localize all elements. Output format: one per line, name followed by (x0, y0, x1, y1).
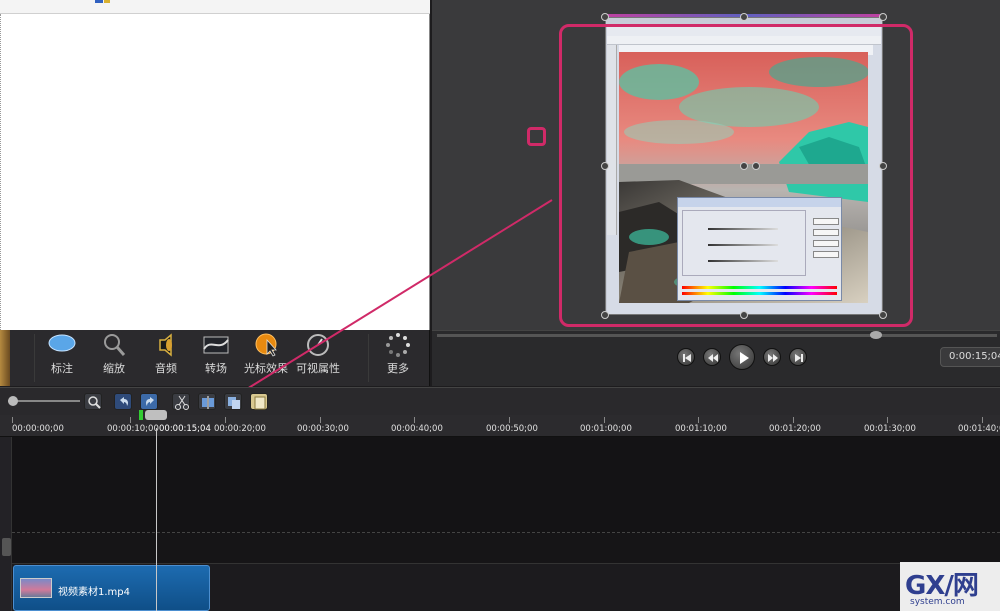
go-to-start-button[interactable] (677, 348, 695, 366)
ruler-label: 00:00:30;00 (297, 424, 349, 434)
skip-start-icon (683, 354, 691, 362)
ruler-label: 00:00:40;00 (391, 424, 443, 434)
camtasia-editor: 标注 缩放 音频 转场 光标效果 可视属性 更多 0:00:15;04 00:0… (0, 0, 1000, 611)
undo-button[interactable] (114, 393, 132, 410)
ruler-label: 00:00:00;00 (12, 424, 64, 434)
clip-bin-header (0, 0, 430, 14)
copy-button[interactable] (224, 393, 242, 410)
ruler-label: 00:00:10;00 (107, 424, 159, 434)
tab-audio-label: 音频 (155, 362, 177, 375)
bin-edge (0, 14, 4, 330)
cut-button[interactable] (172, 393, 190, 410)
resize-handle-tl[interactable] (601, 13, 609, 21)
paste-icon (254, 396, 266, 410)
ruler-current-time: 00:00:15;04 (159, 424, 211, 434)
tab-audio[interactable]: 音频 (148, 330, 184, 386)
magnifier-icon (88, 396, 101, 409)
split-icon (202, 396, 214, 409)
more-dots-icon (386, 333, 410, 357)
copy-icon (228, 397, 240, 409)
ruler-label: 00:01:00;00 (580, 424, 632, 434)
watermark-domain: system.com (910, 597, 965, 607)
timeline-zoom-slider[interactable] (8, 400, 80, 402)
callout-icon (48, 334, 76, 352)
ruler-label: 00:01:40;00 (958, 424, 1000, 434)
zoom-magnifier-icon (104, 334, 126, 356)
ruler-tick (604, 417, 605, 423)
ruler-tick (130, 417, 131, 423)
ruler-tick (887, 417, 888, 423)
rewind-button[interactable] (703, 348, 721, 366)
tab-zoom-label: 缩放 (103, 362, 125, 375)
split-button[interactable] (198, 393, 216, 410)
paste-button[interactable] (250, 393, 268, 410)
ruler-tick (982, 417, 983, 423)
fast-forward-button[interactable] (763, 348, 781, 366)
track-expand-handle[interactable] (2, 538, 11, 556)
ruler-tick (698, 417, 699, 423)
skip-end-icon (795, 354, 803, 362)
clip-label: 视频素材1.mp4 (58, 587, 130, 598)
task-tabs-bar: 标注 缩放 音频 转场 光标效果 可视属性 更多 (0, 330, 430, 386)
playhead-line (156, 428, 157, 611)
partial-tool-icon (0, 330, 10, 386)
tab-cursor-effects[interactable]: 光标效果 (244, 330, 288, 386)
play-button[interactable] (729, 344, 755, 370)
tab-more[interactable]: 更多 (380, 330, 416, 386)
highlight-preview-box (559, 24, 913, 327)
ruler-tick (12, 417, 13, 423)
clip-bin-panel[interactable] (0, 0, 430, 330)
highlight-small-box (527, 127, 546, 146)
bin-header-marker-2 (104, 0, 110, 3)
ruler-label: 00:00:50;00 (486, 424, 538, 434)
preview-scrubber-knob[interactable] (870, 331, 882, 339)
cursor-effect-icon (255, 333, 277, 357)
track-headers (0, 437, 12, 611)
preview-scrubber[interactable] (437, 334, 997, 337)
ruler-tick (509, 417, 510, 423)
ruler-label: 00:01:20;00 (769, 424, 821, 434)
tab-visual-properties[interactable]: 可视属性 (296, 330, 340, 386)
ruler-tick (414, 417, 415, 423)
timecode-display: 0:00:15;04 / 0 (940, 347, 1000, 367)
undo-icon (120, 397, 128, 406)
tab-transitions-label: 转场 (205, 362, 227, 375)
resize-handle-t[interactable] (740, 13, 748, 21)
tab-transitions[interactable]: 转场 (198, 330, 234, 386)
playhead-handle[interactable] (145, 410, 167, 420)
clip-thumbnail (20, 578, 52, 598)
tab-visual-properties-label: 可视属性 (296, 362, 340, 375)
ruler-tick (225, 417, 226, 423)
rewind-icon (708, 354, 718, 362)
go-to-end-button[interactable] (789, 348, 807, 366)
visual-properties-icon (307, 334, 329, 356)
track-1[interactable] (12, 437, 1000, 533)
bin-header-marker (95, 0, 103, 3)
tab-more-label: 更多 (387, 362, 409, 375)
tab-cursor-effects-label: 光标效果 (244, 362, 288, 375)
tools-divider (34, 334, 35, 382)
zoom-fit-button[interactable] (84, 393, 102, 410)
scissors-icon (175, 395, 189, 410)
transition-icon (203, 336, 229, 354)
timeline-zoom-knob[interactable] (8, 396, 18, 406)
tab-callouts[interactable]: 标注 (44, 330, 80, 386)
speaker-icon (159, 333, 172, 357)
play-icon (740, 352, 749, 364)
redo-button[interactable] (140, 393, 158, 410)
ruler-label: 00:01:10;00 (675, 424, 727, 434)
fast-forward-icon (768, 354, 778, 362)
redo-icon (146, 397, 154, 406)
ruler-label: 00:01:30;00 (864, 424, 916, 434)
resize-handle-tr[interactable] (879, 13, 887, 21)
tools-divider-2 (368, 334, 369, 382)
tab-callouts-label: 标注 (51, 362, 73, 375)
playhead-in-marker[interactable] (139, 410, 143, 420)
ruler-tick (793, 417, 794, 423)
tab-zoom[interactable]: 缩放 (96, 330, 132, 386)
ruler-label: 00:00:20;00 (214, 424, 266, 434)
ruler-tick (320, 417, 321, 423)
